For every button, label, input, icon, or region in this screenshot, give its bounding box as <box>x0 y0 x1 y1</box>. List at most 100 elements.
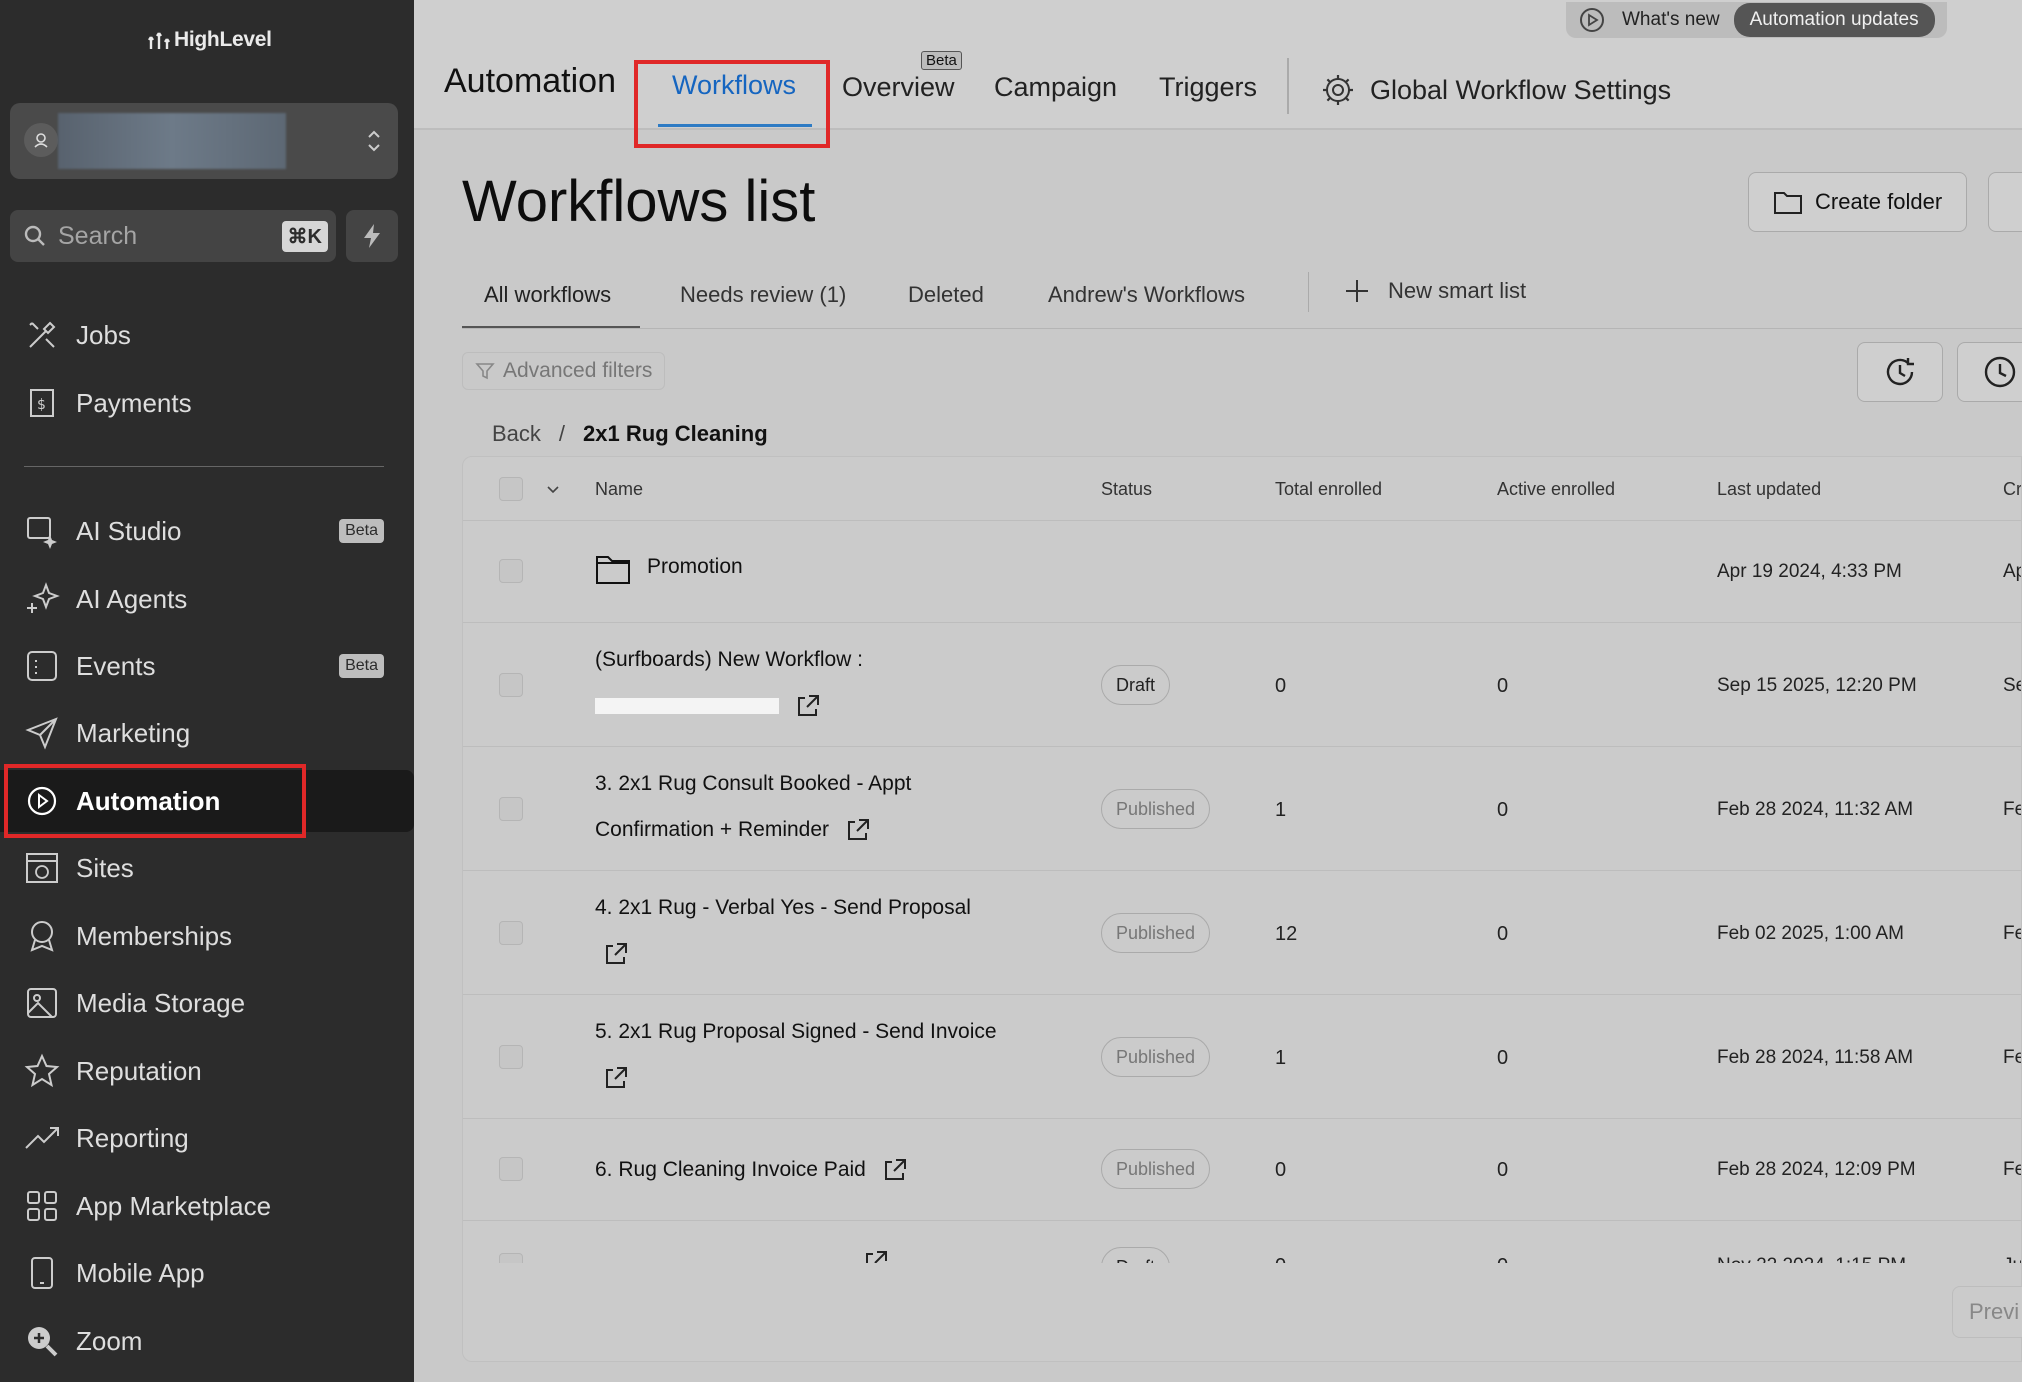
beta-badge: Beta <box>339 519 384 543</box>
tab-overview[interactable]: Overview <box>842 72 955 103</box>
external-link-icon[interactable] <box>603 941 629 967</box>
create-folder-button[interactable]: Create folder <box>1748 172 1968 232</box>
table-row[interactable]: (Surfboards) New Workflow : Draft 0 0 Se… <box>463 623 2021 747</box>
brand-logo[interactable]: HighLevel <box>148 28 272 52</box>
row-checkbox[interactable] <box>499 559 523 583</box>
created: Fe <box>2003 799 2021 820</box>
folder-icon <box>596 556 630 584</box>
sidebar-item-reputation[interactable]: Reputation <box>0 1040 414 1102</box>
workflow-name[interactable]: (Surfboards) New Workflow : <box>595 637 1045 729</box>
chevron-down-icon[interactable] <box>545 481 561 497</box>
table-row[interactable]: 6. Rug Cleaning Invoice Paid Published 0… <box>463 1119 2021 1221</box>
smartlist-deleted[interactable]: Deleted <box>908 282 984 308</box>
row-checkbox[interactable] <box>499 797 523 821</box>
row-checkbox[interactable] <box>499 673 523 697</box>
grid-icon <box>27 1191 57 1221</box>
external-link-icon[interactable] <box>845 817 871 843</box>
row-checkbox[interactable] <box>499 921 523 945</box>
row-checkbox[interactable] <box>499 1045 523 1069</box>
column-total-enrolled[interactable]: Total enrolled <box>1275 479 1382 500</box>
sidebar-item-label: Reporting <box>76 1122 189 1153</box>
sidebar-item-label: AI Studio <box>76 515 182 546</box>
sidebar-item-mobile-app[interactable]: Mobile App <box>0 1242 414 1304</box>
automation-updates-button[interactable]: Automation updates <box>1733 3 1935 37</box>
account-name <box>58 113 286 169</box>
tab-triggers[interactable]: Triggers <box>1159 72 1257 103</box>
status-badge: Published <box>1101 789 1211 829</box>
sidebar-item-label: Automation <box>76 785 221 816</box>
tab-campaign[interactable]: Campaign <box>994 72 1117 103</box>
sidebar-item-media-storage[interactable]: Media Storage <box>0 972 414 1034</box>
column-name[interactable]: Name <box>595 479 643 500</box>
advanced-filters-button[interactable]: Advanced filters <box>462 352 666 390</box>
column-last-updated[interactable]: Last updated <box>1717 479 1821 500</box>
column-created[interactable]: Cr <box>2003 479 2021 500</box>
sidebar-item-app-marketplace[interactable]: App Marketplace <box>0 1175 414 1237</box>
row-checkbox[interactable] <box>499 1253 523 1263</box>
created: Fe <box>2003 923 2021 944</box>
sidebar-item-ai-studio[interactable]: AI Studio Beta <box>0 500 414 562</box>
chevron-updown-icon <box>368 130 380 152</box>
sidebar-item-automation[interactable]: Automation <box>0 770 414 832</box>
new-smart-list-button[interactable]: New smart list <box>1344 278 1526 304</box>
clock-button[interactable] <box>1957 342 2022 402</box>
tab-workflows[interactable]: Workflows <box>672 70 796 101</box>
smartlist-all-workflows[interactable]: All workflows <box>484 282 611 308</box>
table-row[interactable]: 5. 2x1 Rug Proposal Signed - Send Invoic… <box>463 995 2021 1119</box>
whats-new-link[interactable]: What's new <box>1622 9 1720 31</box>
sidebar-item-label: Sites <box>76 852 134 883</box>
workflow-name[interactable]: 5. 2x1 Rug Proposal Signed - Send Invoic… <box>595 1009 1045 1101</box>
quick-actions-button[interactable] <box>346 210 398 262</box>
breadcrumb-back[interactable]: Back <box>492 421 541 447</box>
automation-icon <box>27 786 57 816</box>
sidebar: HighLevel Search ⌘K Jobs $ Payments AI S… <box>0 0 414 1382</box>
table-row[interactable]: 4. 2x1 Rug - Verbal Yes - Send Proposal … <box>463 871 2021 995</box>
sidebar-item-label: App Marketplace <box>76 1190 272 1221</box>
gear-icon <box>1323 75 1353 105</box>
new-smart-list-label: New smart list <box>1388 278 1527 303</box>
history-button[interactable] <box>1857 342 1943 402</box>
workflow-name[interactable]: 6. Rug Cleaning Invoice Paid <box>595 1147 1045 1193</box>
column-active-enrolled[interactable]: Active enrolled <box>1497 479 1615 500</box>
zoom-icon <box>28 1327 58 1357</box>
folder-name[interactable]: Promotion <box>647 555 743 579</box>
sidebar-item-payments[interactable]: $ Payments <box>0 372 414 434</box>
search-input[interactable]: Search ⌘K <box>10 210 336 262</box>
row-checkbox[interactable] <box>499 1157 523 1181</box>
workflow-name[interactable]: 3. 2x1 Rug Consult Booked - Appt Confirm… <box>595 761 1045 853</box>
sidebar-item-marketing[interactable]: Marketing <box>0 702 414 764</box>
smartlist-needs-review[interactable]: Needs review (1) <box>680 282 846 308</box>
external-link-icon[interactable] <box>863 1249 889 1263</box>
smartlist-andrews-workflows[interactable]: Andrew's Workflows <box>1048 282 1245 308</box>
external-link-icon[interactable] <box>795 693 821 719</box>
sidebar-item-ai-agents[interactable]: AI Agents <box>0 568 414 630</box>
sidebar-item-zoom[interactable]: Zoom <box>0 1310 414 1372</box>
active-enrolled: 0 <box>1497 1255 1508 1263</box>
brand-name: HighLevel <box>174 28 272 51</box>
table-row[interactable]: Draft 0 0 Nov 22 2024, 1:15 PM Ju <box>463 1221 2021 1263</box>
table-row[interactable]: 3. 2x1 Rug Consult Booked - Appt Confirm… <box>463 747 2021 871</box>
workflow-name[interactable]: 4. 2x1 Rug - Verbal Yes - Send Proposal <box>595 885 1045 977</box>
external-link-icon[interactable] <box>882 1157 908 1183</box>
sidebar-item-jobs[interactable]: Jobs <box>0 304 414 366</box>
search-shortcut: ⌘K <box>281 220 328 252</box>
total-enrolled: 12 <box>1275 923 1298 945</box>
overview-beta-badge: Beta <box>921 51 962 70</box>
sidebar-item-events[interactable]: Events Beta <box>0 635 414 697</box>
pagination-previous-button[interactable]: Previ <box>1952 1286 2022 1338</box>
sidebar-item-memberships[interactable]: Memberships <box>0 905 414 967</box>
total-enrolled: 0 <box>1275 1255 1286 1263</box>
tools-icon <box>29 321 56 348</box>
account-switcher[interactable] <box>10 103 398 179</box>
global-workflow-settings[interactable]: Global Workflow Settings <box>1320 72 1671 108</box>
table-row[interactable]: Promotion Apr 19 2024, 4:33 PM Ap <box>463 521 2021 623</box>
sidebar-item-label: Events <box>76 650 156 681</box>
select-all-checkbox[interactable] <box>499 477 523 501</box>
create-workflow-button[interactable] <box>1988 172 2022 232</box>
sidebar-item-reporting[interactable]: Reporting <box>0 1107 414 1169</box>
sidebar-item-sites[interactable]: Sites <box>0 837 414 899</box>
created: Se <box>2003 675 2021 696</box>
column-status[interactable]: Status <box>1101 479 1152 500</box>
external-link-icon[interactable] <box>603 1065 629 1091</box>
whats-new-bar: What's new Automation updates <box>1566 2 1947 38</box>
